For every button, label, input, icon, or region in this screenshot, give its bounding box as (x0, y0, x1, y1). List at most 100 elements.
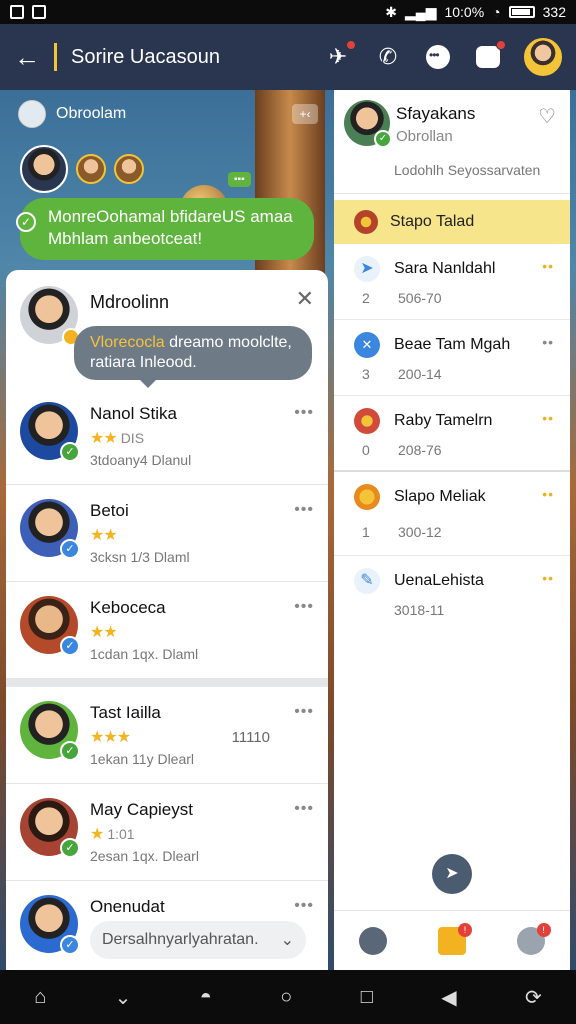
recents-icon[interactable]: □ (361, 986, 373, 1009)
list-item[interactable]: ✓ Betoi ★★ 3cksn 1/3 Dlaml ••• (6, 485, 328, 582)
star-rating: ★ 1:01 (90, 824, 135, 844)
group-label: Obroolam (56, 105, 127, 122)
profile-sub: Obrollan (396, 128, 453, 145)
more-icon[interactable]: •• (542, 486, 554, 502)
star-rating: ★★ (90, 525, 121, 545)
check-icon: ✓ (60, 442, 80, 462)
circle-home-icon[interactable]: ○ (280, 986, 292, 1009)
chat-icon[interactable] (424, 43, 452, 71)
list-item[interactable]: ✓ Tast Iailla ★★★ 11110 1ekan 11y Dlearl… (6, 687, 328, 784)
tooltip-highlight: Vlorecocla (90, 334, 165, 351)
tab-profile-icon[interactable]: ! (516, 922, 551, 955)
item-name: UenaLehista (394, 572, 484, 589)
notification-dot: ! (457, 922, 472, 937)
list-item[interactable]: Slapo Meliak 1 300-12 •• (334, 472, 570, 556)
assistant-icon[interactable]: ⟳ (525, 985, 542, 1010)
phone-icon[interactable]: ✆ (374, 43, 402, 71)
close-circle-icon: ✕ (354, 332, 380, 358)
check-icon: ✓ (16, 212, 36, 232)
app-icon[interactable]: ◓ (200, 986, 212, 1009)
list-item[interactable]: ➤ Sara Nanldahl 2 506-70 •• (334, 244, 570, 320)
friend-extra: 11110 (231, 729, 270, 746)
highlight-row[interactable]: Stapo Talad (334, 200, 570, 244)
back-arrow-icon[interactable]: ← (14, 42, 44, 73)
stars-filled: ★★ (90, 527, 118, 544)
expand-icon[interactable]: +‹ (292, 104, 318, 124)
profile-desc: Lodohlh Seyossarvaten (394, 162, 541, 178)
avatar[interactable] (114, 154, 144, 184)
list-item[interactable]: ✓ Keboceca ★★ 1cdan 1qx. Dlaml ••• (6, 582, 328, 679)
notification-dot: ! (536, 922, 551, 937)
item-sub: 506-70 (398, 290, 442, 306)
avatar[interactable]: ✓ (344, 100, 392, 148)
friend-tag: 1:01 (107, 826, 135, 842)
reply-input[interactable]: Dersalhnyarlyahratan. ⌄ (90, 921, 306, 959)
participant-avatars (20, 145, 144, 193)
megaphone-icon: ✎ (354, 568, 380, 594)
message-bubble[interactable]: ✓ MonreOohamal bfidareUS amaa Mbhlam anb… (16, 198, 314, 260)
tab-home-icon[interactable] (359, 926, 388, 955)
more-icon[interactable]: •• (542, 334, 554, 350)
avatar[interactable] (76, 154, 106, 184)
friend-name: Keboceca (90, 598, 166, 617)
list-item[interactable]: ✕ Beae Tam Mgah 3 200-14 •• (334, 320, 570, 396)
friends-panel: Mdroolinn ✕ Vlorecocla dreamo moolclte, … (6, 270, 328, 970)
item-sub: 3018-11 (394, 602, 445, 618)
more-icon[interactable]: ••• (294, 501, 314, 519)
item-sub: 300-12 (398, 524, 442, 540)
notification-dot (496, 40, 506, 50)
friend-name: Onenudat (90, 897, 165, 916)
group-chip[interactable]: Obroolam +‹ (18, 98, 318, 130)
more-icon[interactable]: •• (542, 570, 554, 586)
list-item[interactable]: ✎ UenaLehista 3018-11 •• (334, 556, 570, 632)
wifi-icon: ◔ (492, 4, 501, 20)
stars-filled: ★★ (90, 430, 118, 447)
more-icon[interactable]: ••• (294, 598, 314, 616)
chevron-down-icon[interactable]: ⌄ (115, 985, 132, 1010)
right-panel: ✓ Sfayakans Obrollan ♡ Lodohlh Seyossarv… (334, 90, 570, 970)
check-icon: ✓ (60, 935, 80, 955)
stars-filled: ★★ (90, 624, 118, 641)
list-item[interactable]: ✓ Onenudat Dersalhnyarlyahratan. ⌄ ••• (6, 881, 328, 970)
compose-button[interactable]: ➤ (432, 854, 472, 894)
friend-name: Nanol Stika (90, 404, 177, 423)
grid-icon[interactable] (474, 40, 506, 71)
chevron-down-icon[interactable]: ⌄ (281, 930, 294, 950)
close-icon[interactable]: ✕ (296, 286, 314, 312)
avatar[interactable] (20, 145, 68, 193)
more-icon[interactable]: ••• (294, 703, 314, 721)
more-icon[interactable]: ••• (294, 897, 314, 915)
item-name: Raby Tamelrn (394, 412, 493, 429)
item-num: 3 (362, 366, 370, 382)
group-icon (354, 210, 378, 234)
check-icon: ✓ (60, 636, 80, 656)
system-nav-bar: ⌂ ⌄ ◓ ○ □ ◀ ⟳ (0, 970, 576, 1024)
title-accent-bar (54, 43, 57, 71)
item-sub: 208-76 (398, 442, 442, 458)
list-item[interactable]: Raby Tamelrn 0 208-76 •• (334, 396, 570, 472)
panel-name: Mdroolinn (90, 292, 170, 312)
home-icon[interactable]: ⌂ (34, 986, 46, 1009)
tab-alerts-icon[interactable]: ! (437, 922, 472, 955)
bluetooth-icon: ✱ (385, 3, 398, 20)
friend-meta: 3tdoany4 Dlanul (90, 452, 192, 468)
item-name: Sara Nanldahl (394, 260, 496, 277)
check-icon: ✓ (60, 741, 80, 761)
more-icon[interactable]: ••• (294, 404, 314, 422)
notification-dot (346, 40, 356, 50)
friend-name: Tast Iailla (90, 703, 161, 722)
back-icon[interactable]: ◀ (441, 985, 456, 1010)
more-icon[interactable]: •• (542, 410, 554, 426)
list-item[interactable]: ✓ Nanol Stika ★★ DIS 3tdoany4 Dlanul ••• (6, 388, 328, 485)
stars-filled: ★★★ (90, 729, 131, 746)
section-divider (6, 679, 328, 687)
more-icon[interactable]: ••• (294, 800, 314, 818)
item-num: 1 (362, 524, 370, 540)
pin-icon[interactable]: ✈ (324, 40, 356, 71)
profile-name: Sfayakans (396, 104, 476, 123)
heart-icon[interactable]: ♡ (538, 104, 556, 129)
more-icon[interactable]: •• (542, 258, 554, 274)
avatar[interactable] (20, 286, 80, 346)
list-item[interactable]: ✓ May Capieyst ★ 1:01 2esan 1qx. Dlearl •… (6, 784, 328, 881)
user-avatar[interactable] (524, 38, 562, 76)
